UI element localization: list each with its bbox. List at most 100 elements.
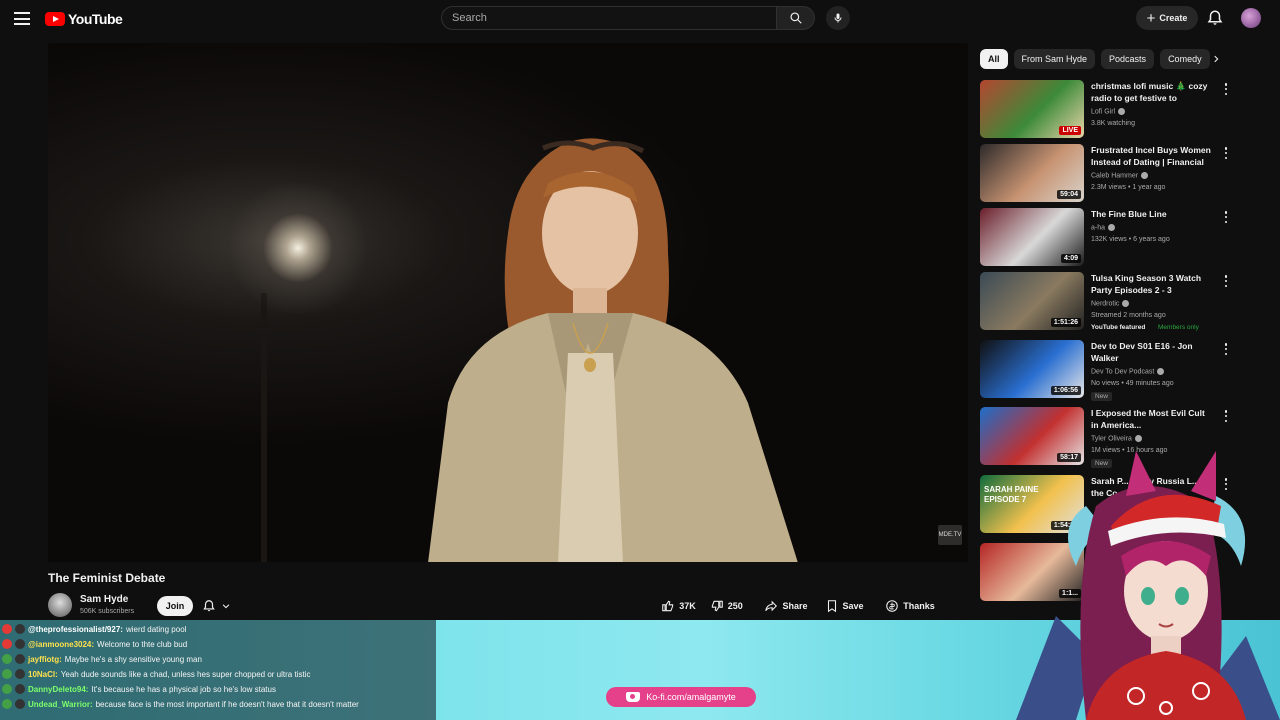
chat-avatar xyxy=(15,624,25,634)
recommendation-title[interactable]: Dev to Dev S01 E16 - Jon Walker xyxy=(1091,340,1213,364)
video-title: The Feminist Debate xyxy=(48,571,166,585)
youtube-logo[interactable]: YouTube xyxy=(45,11,123,27)
channel-label: Lofi Girl xyxy=(1091,108,1116,116)
recommendation-channel[interactable]: Tyler Oliveira xyxy=(1091,435,1142,442)
more-options-icon[interactable] xyxy=(1224,147,1228,159)
recommendation-title[interactable]: Tulsa King Season 3 Watch Party Episodes… xyxy=(1091,272,1213,296)
video-player[interactable]: MDE.TV xyxy=(48,43,968,562)
search-button[interactable] xyxy=(777,6,815,30)
channel-watermark[interactable]: MDE.TV xyxy=(938,525,962,545)
share-label: Share xyxy=(782,601,808,611)
chip-podcasts[interactable]: Podcasts xyxy=(1101,49,1155,69)
channel-label: Caleb Hammer xyxy=(1091,172,1139,180)
recommendation-channel[interactable]: Nerdrotic xyxy=(1091,300,1130,308)
save-button[interactable]: Save xyxy=(822,596,868,616)
chip-all[interactable]: All xyxy=(980,49,1008,69)
chat-text: Yeah dude sounds like a chad, unless hes… xyxy=(60,669,311,679)
recommendation-item[interactable]: LIVE christmas lofi music 🎄 cozy radio to… xyxy=(980,80,1228,140)
recommendation-item[interactable]: 4:09 The Fine Blue Line a-ha 132K views • 6… xyxy=(980,208,1228,268)
subscription-bell-button[interactable] xyxy=(202,597,242,615)
chat-username: DannyDeleto94: xyxy=(28,684,89,694)
more-options-icon[interactable] xyxy=(1224,410,1228,422)
recommendation-meta: Streamed 2 months ago xyxy=(1091,312,1166,319)
youtube-play-icon xyxy=(45,12,65,26)
chat-message: @ianmoone3024: Welcome to thte club bud xyxy=(2,637,187,651)
recommendation-thumbnail[interactable]: 1:51:26 xyxy=(980,272,1084,330)
new-badge: New xyxy=(1091,392,1113,401)
create-button[interactable]: + Create xyxy=(1136,6,1198,30)
microphone-icon xyxy=(834,13,842,23)
recommendation-thumbnail[interactable]: 4:09 xyxy=(980,208,1084,266)
more-options-icon[interactable] xyxy=(1224,275,1228,287)
search-icon xyxy=(789,12,802,24)
verified-icon xyxy=(1108,224,1116,231)
recommendation-title[interactable]: I Exposed the Most Evil Cult in America.… xyxy=(1091,407,1213,431)
recommendation-item[interactable]: 1:06:56 Dev to Dev S01 E16 - Jon Walker De… xyxy=(980,340,1228,401)
verified-icon xyxy=(1122,300,1130,307)
recommendation-channel[interactable]: Caleb Hammer xyxy=(1091,172,1149,180)
recommendation-thumbnail[interactable]: LIVE xyxy=(980,80,1084,138)
chat-badge-icon xyxy=(2,639,12,649)
menu-icon[interactable] xyxy=(14,12,30,25)
recommendation-channel[interactable]: Lofi Girl xyxy=(1091,108,1126,116)
voice-search-button[interactable] xyxy=(826,6,850,30)
chat-username: @theprofessionalist/927: xyxy=(28,624,123,634)
chat-badge-icon xyxy=(2,669,12,679)
filter-chips: All From Sam Hyde Podcasts Comedy xyxy=(980,49,1210,69)
channel-label: Nerdrotic xyxy=(1091,300,1120,308)
recommendation-meta: 132K views • 6 years ago xyxy=(1091,236,1170,243)
chat-username: jayffiotg: xyxy=(28,654,62,664)
chat-avatar xyxy=(15,684,25,694)
subscriber-count: 506K subscribers xyxy=(80,608,135,615)
recommendation-thumbnail[interactable]: 59:04 xyxy=(980,144,1084,202)
share-button[interactable]: Share xyxy=(760,596,812,616)
super-thanks-icon xyxy=(886,600,899,612)
channel-name[interactable]: Sam Hyde xyxy=(80,594,128,605)
recommendation-item[interactable]: 1:51:26 Tulsa King Season 3 Watch Party E… xyxy=(980,272,1228,332)
create-label: Create xyxy=(1159,13,1188,23)
chat-badge-icon xyxy=(2,684,12,694)
account-avatar[interactable] xyxy=(1241,8,1261,28)
chat-message: @theprofessionalist/927: wierd dating poo… xyxy=(2,622,186,636)
kofi-label: Ko-fi.com/amalgamyte xyxy=(646,692,736,702)
chat-text: It's because he has a physical job so he… xyxy=(91,684,276,694)
chat-text: because face is the most important if he… xyxy=(95,699,359,709)
chip-comedy[interactable]: Comedy xyxy=(1160,49,1210,69)
like-count: 37K xyxy=(679,601,696,611)
recommendation-title[interactable]: The Fine Blue Line xyxy=(1091,208,1213,220)
like-button[interactable]: 37K xyxy=(661,599,696,613)
more-options-icon[interactable] xyxy=(1224,211,1228,223)
chip-from-sam-hyde[interactable]: From Sam Hyde xyxy=(1013,49,1096,69)
join-button[interactable]: Join xyxy=(157,596,193,616)
recommendation-item[interactable]: 59:04 Frustrated Incel Buys Women Instead… xyxy=(980,144,1228,204)
chat-badge-icon xyxy=(2,699,12,709)
recommendation-title[interactable]: christmas lofi music 🎄 cozy radio to get… xyxy=(1091,80,1213,104)
logo-text: YouTube xyxy=(68,11,123,27)
chat-message: Undead_Warrior: because face is the most … xyxy=(2,697,359,711)
duration-badge: 1:51:26 xyxy=(1050,318,1081,327)
notifications-bell-icon[interactable] xyxy=(1206,9,1224,27)
recommendation-title[interactable]: Frustrated Incel Buys Women Instead of D… xyxy=(1091,144,1213,168)
chat-avatar xyxy=(15,669,25,679)
chips-next-button[interactable] xyxy=(1208,51,1224,67)
chat-username: @ianmoone3024: xyxy=(28,639,95,649)
verified-icon xyxy=(1141,172,1149,179)
recommendation-channel[interactable]: Dev To Dev Podcast xyxy=(1091,368,1165,375)
save-label: Save xyxy=(842,601,864,611)
dislike-button[interactable]: 250 xyxy=(710,599,743,613)
kofi-cup-icon xyxy=(626,692,641,702)
more-options-icon[interactable] xyxy=(1224,343,1228,355)
bell-icon xyxy=(203,600,215,612)
bookmark-icon xyxy=(828,600,837,613)
channel-label: Tyler Oliveira xyxy=(1091,435,1132,443)
channel-avatar[interactable] xyxy=(48,593,72,617)
chat-username: 10NaCl: xyxy=(28,669,58,679)
more-options-icon[interactable] xyxy=(1224,83,1228,95)
thanks-button[interactable]: Thanks xyxy=(880,596,940,616)
recommendation-channel[interactable]: a-ha xyxy=(1091,224,1116,231)
recommendation-thumbnail[interactable]: 1:06:56 xyxy=(980,340,1084,398)
thanks-label: Thanks xyxy=(903,601,935,611)
search-input[interactable] xyxy=(452,12,776,24)
kofi-link[interactable]: Ko-fi.com/amalgamyte xyxy=(606,687,756,707)
duration-badge: 1:06:56 xyxy=(1050,386,1081,395)
